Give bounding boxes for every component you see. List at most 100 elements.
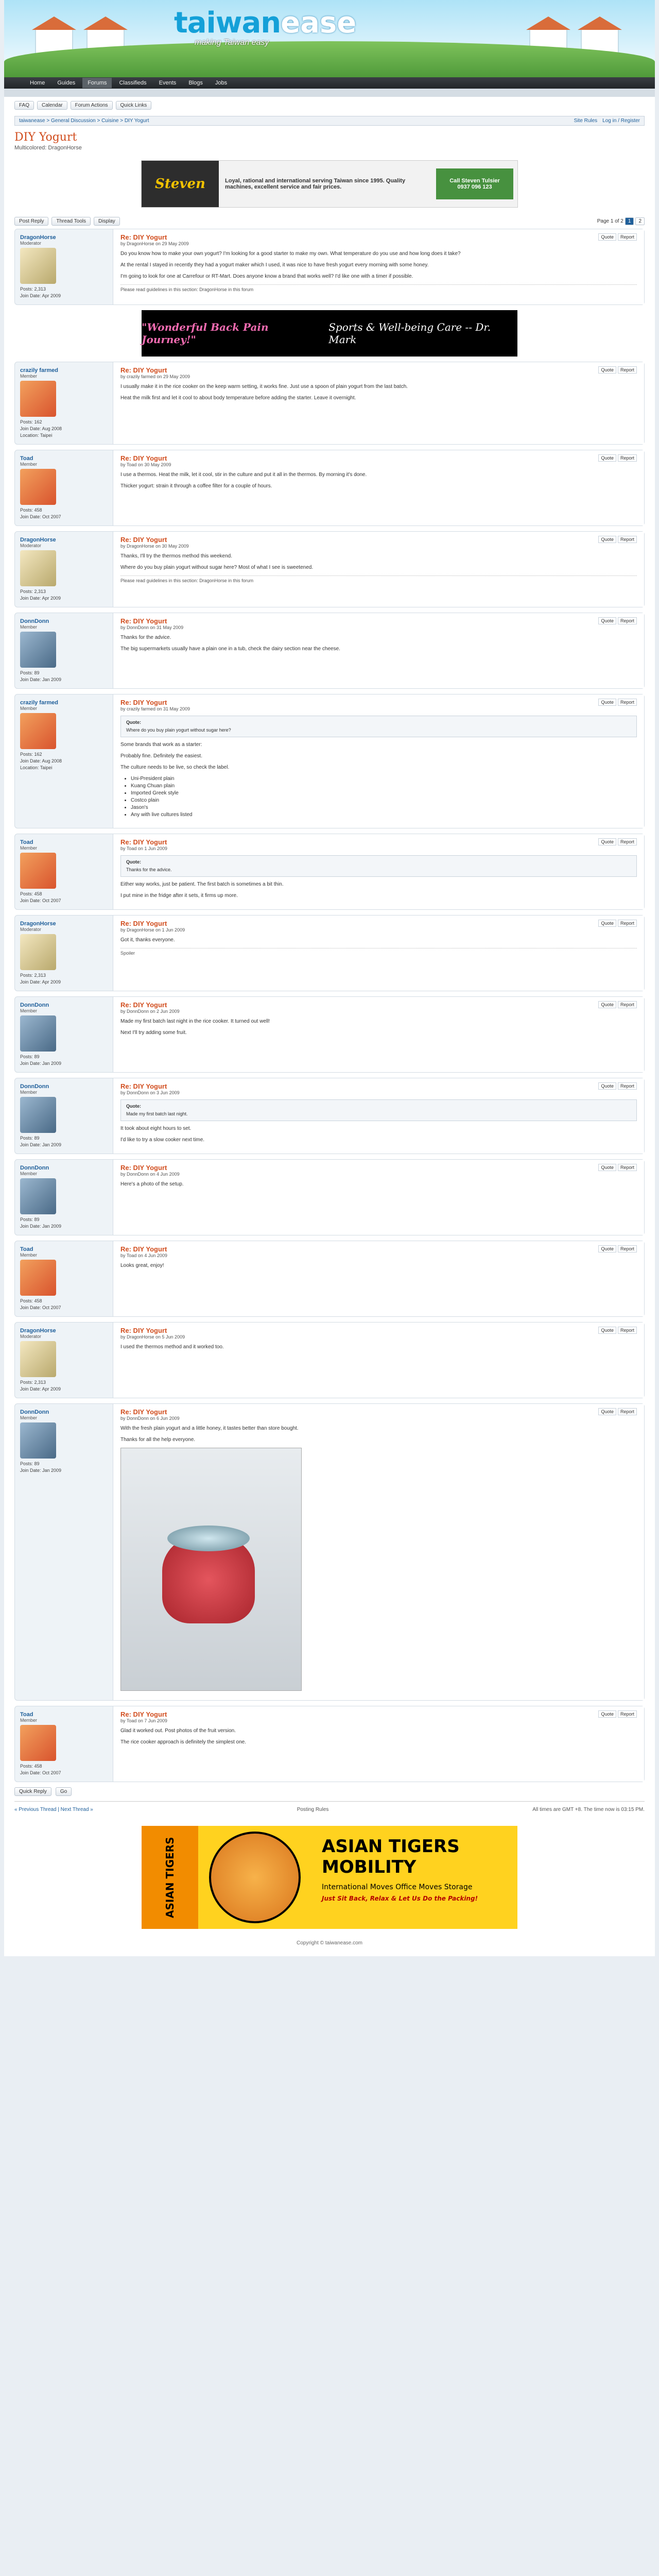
- display-mode-button[interactable]: Display: [94, 217, 120, 226]
- username-link[interactable]: DonnDonn: [20, 618, 49, 624]
- username-link[interactable]: Toad: [20, 839, 33, 845]
- login-link[interactable]: Log in / Register: [602, 118, 640, 124]
- post-body: Quote Report Re: DIY Yogurt by DragonHor…: [113, 916, 644, 991]
- report-button[interactable]: Report: [617, 1408, 637, 1415]
- quote-button[interactable]: Quote: [598, 1408, 616, 1415]
- avatar[interactable]: [20, 248, 56, 284]
- report-button[interactable]: Report: [617, 1245, 637, 1252]
- user-profile: crazily farmed Member Posts: 162 Join Dat…: [15, 362, 113, 444]
- quote-button[interactable]: Quote: [598, 1164, 616, 1171]
- calendar-button[interactable]: Calendar: [37, 101, 67, 110]
- faq-button[interactable]: FAQ: [14, 101, 34, 110]
- report-button[interactable]: Report: [617, 454, 637, 462]
- avatar[interactable]: [20, 381, 56, 417]
- username-link[interactable]: DonnDonn: [20, 1083, 49, 1090]
- posting-rules[interactable]: Posting Rules: [297, 1807, 329, 1812]
- post-paragraph: At the rental I stayed in recently they …: [120, 262, 429, 268]
- report-button[interactable]: Report: [617, 699, 637, 706]
- avatar[interactable]: [20, 1178, 56, 1214]
- avatar[interactable]: [20, 713, 56, 749]
- quote-button[interactable]: Quote: [598, 1082, 616, 1090]
- bottom-ad-banner[interactable]: ASIAN TIGERS ASIAN TIGERS MOBILITY Inter…: [142, 1826, 517, 1929]
- username-link[interactable]: DragonHorse: [20, 537, 56, 543]
- quote-button[interactable]: Quote: [598, 233, 616, 241]
- quote-button[interactable]: Quote: [598, 454, 616, 462]
- nav-item-home[interactable]: Home: [25, 78, 50, 88]
- nav-item-jobs[interactable]: Jobs: [210, 78, 232, 88]
- post-title: Re: DIY Yogurt: [120, 920, 167, 927]
- avatar[interactable]: [20, 1260, 56, 1296]
- nav-item-blogs[interactable]: Blogs: [183, 78, 208, 88]
- avatar[interactable]: [20, 632, 56, 668]
- post-photo[interactable]: [120, 1448, 302, 1691]
- report-button[interactable]: Report: [617, 838, 637, 845]
- avatar[interactable]: [20, 934, 56, 970]
- avatar[interactable]: [20, 469, 56, 505]
- username-link[interactable]: Toad: [20, 1246, 33, 1252]
- page-link[interactable]: 1: [625, 217, 634, 225]
- avatar[interactable]: [20, 1015, 56, 1052]
- thread-nav-links[interactable]: « Previous Thread | Next Thread »: [14, 1807, 93, 1812]
- quote-button[interactable]: Quote: [598, 699, 616, 706]
- quick-reply-button[interactable]: Quick Reply: [14, 1787, 51, 1796]
- user-stat: Join Date: Apr 2009: [20, 596, 61, 601]
- forum-actions-button[interactable]: Forum Actions: [70, 101, 113, 110]
- report-button[interactable]: Report: [617, 617, 637, 624]
- quote-button[interactable]: Quote: [598, 366, 616, 374]
- report-button[interactable]: Report: [617, 1327, 637, 1334]
- username-link[interactable]: Toad: [20, 1711, 33, 1718]
- report-button[interactable]: Report: [617, 1082, 637, 1090]
- quote-button[interactable]: Quote: [598, 1245, 616, 1252]
- list-item: Imported Greek style: [131, 790, 637, 797]
- mid-ad-banner[interactable]: "Wonderful Back Pain Journey!" Sports & W…: [142, 310, 517, 357]
- nav-item-classifieds[interactable]: Classifieds: [114, 78, 151, 88]
- quote-button[interactable]: Quote: [598, 617, 616, 624]
- thread-tools-button[interactable]: Thread Tools: [51, 217, 91, 226]
- username-link[interactable]: DragonHorse: [20, 234, 56, 241]
- avatar[interactable]: [20, 1341, 56, 1377]
- page-link[interactable]: 2: [635, 217, 645, 225]
- quote-button[interactable]: Quote: [598, 838, 616, 845]
- username-link[interactable]: DragonHorse: [20, 1328, 56, 1334]
- username-link[interactable]: crazily farmed: [20, 367, 58, 374]
- quick-links-button[interactable]: Quick Links: [115, 101, 152, 110]
- site-logo[interactable]: taiwanease making Taiwan easy: [174, 6, 356, 47]
- username-link[interactable]: DonnDonn: [20, 1165, 49, 1171]
- username-link[interactable]: DonnDonn: [20, 1002, 49, 1008]
- username-link[interactable]: Toad: [20, 455, 33, 462]
- post-list-items: Uni-President plainKuang Chuan plainImpo…: [131, 775, 637, 819]
- avatar[interactable]: [20, 1097, 56, 1133]
- user-role: Member: [20, 1718, 38, 1723]
- nav-item-forums[interactable]: Forums: [82, 78, 112, 88]
- avatar[interactable]: [20, 1422, 56, 1459]
- site-rules-link[interactable]: Site Rules: [574, 118, 598, 124]
- top-ad-banner[interactable]: Steven Loyal, rational and international…: [141, 160, 518, 208]
- breadcrumb-path[interactable]: taiwanease > General Discussion > Cuisin…: [19, 118, 149, 124]
- username-link[interactable]: DragonHorse: [20, 921, 56, 927]
- report-button[interactable]: Report: [617, 1164, 637, 1171]
- username-link[interactable]: DonnDonn: [20, 1409, 49, 1415]
- post-reply-button[interactable]: Post Reply: [14, 217, 49, 226]
- ad-logo: Steven: [142, 161, 219, 207]
- quote-button[interactable]: Quote: [598, 1710, 616, 1718]
- forum-post: Toad Member Posts: 458 Join Date: Oct 200…: [14, 450, 645, 526]
- quote-button[interactable]: Quote: [598, 1001, 616, 1008]
- avatar[interactable]: [20, 550, 56, 586]
- quote-button[interactable]: Quote: [598, 1327, 616, 1334]
- nav-item-events[interactable]: Events: [154, 78, 182, 88]
- quote-button[interactable]: Quote: [598, 920, 616, 927]
- nav-item-guides[interactable]: Guides: [52, 78, 80, 88]
- report-button[interactable]: Report: [617, 536, 637, 543]
- username-link[interactable]: crazily farmed: [20, 700, 58, 706]
- report-button[interactable]: Report: [617, 1001, 637, 1008]
- post-paragraph: I put mine in the fridge after it sets, …: [120, 893, 238, 899]
- go-button[interactable]: Go: [55, 1787, 72, 1796]
- report-button[interactable]: Report: [617, 1710, 637, 1718]
- avatar[interactable]: [20, 853, 56, 889]
- avatar[interactable]: [20, 1725, 56, 1761]
- report-button[interactable]: Report: [617, 920, 637, 927]
- breadcrumb: taiwanease > General Discussion > Cuisin…: [14, 116, 645, 126]
- report-button[interactable]: Report: [617, 233, 637, 241]
- report-button[interactable]: Report: [617, 366, 637, 374]
- quote-button[interactable]: Quote: [598, 536, 616, 543]
